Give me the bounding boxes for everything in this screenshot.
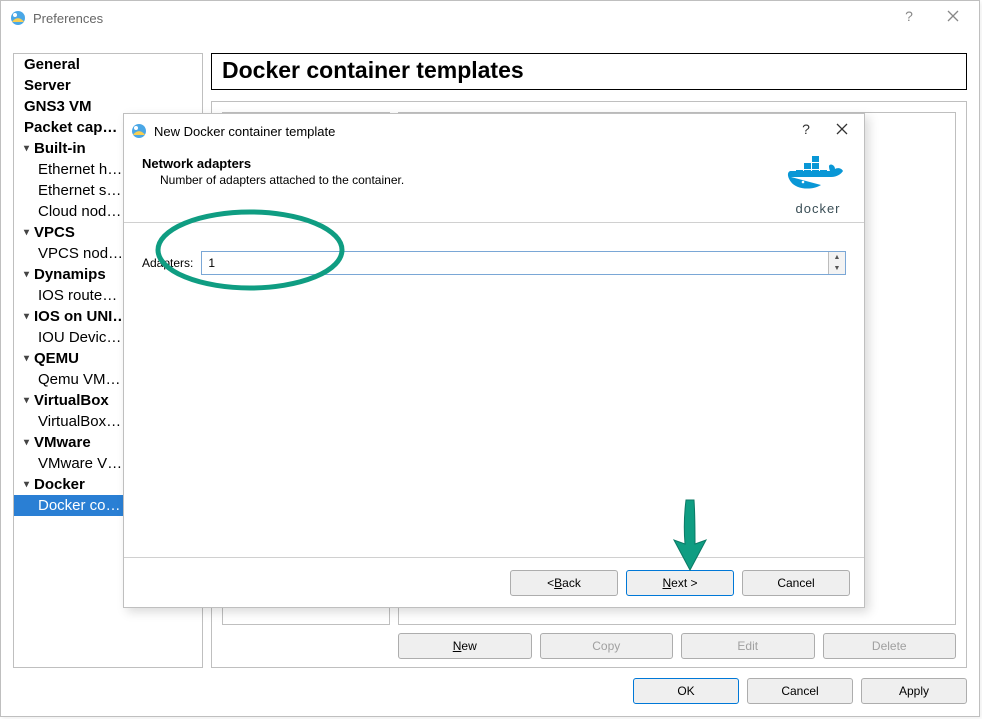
tree-item-server[interactable]: Server <box>14 75 202 96</box>
cancel-button[interactable]: Cancel <box>747 678 853 704</box>
new-button[interactable]: New <box>398 633 532 659</box>
preferences-title: Preferences <box>33 11 103 26</box>
docker-logo-text: docker <box>786 201 850 216</box>
back-button[interactable]: < Back <box>510 570 618 596</box>
spin-down-icon[interactable]: ▼ <box>829 263 845 274</box>
tree-item-general[interactable]: General <box>14 54 202 75</box>
edit-button: Edit <box>681 633 815 659</box>
gns3-icon <box>9 9 27 27</box>
page-title-box: Docker container templates <box>211 53 967 90</box>
page-title: Docker container templates <box>222 57 524 83</box>
preferences-titlebar: Preferences ? <box>1 1 979 35</box>
adapters-spinbox[interactable]: 1 ▲ ▼ <box>201 251 846 275</box>
apply-button[interactable]: Apply <box>861 678 967 704</box>
next-button[interactable]: Next > <box>626 570 734 596</box>
delete-button: Delete <box>823 633 957 659</box>
copy-button: Copy <box>540 633 674 659</box>
wizard-titlebar: New Docker container template ? <box>124 114 864 148</box>
help-icon[interactable]: ? <box>788 114 824 144</box>
ok-button[interactable]: OK <box>633 678 739 704</box>
wizard-title: New Docker container template <box>154 124 335 139</box>
new-docker-template-wizard: New Docker container template ? Network … <box>123 113 865 608</box>
docker-logo-icon: docker <box>786 156 850 216</box>
close-icon[interactable] <box>824 114 860 144</box>
help-icon[interactable]: ? <box>887 1 931 31</box>
adapters-value: 1 <box>202 256 215 270</box>
close-icon[interactable] <box>931 1 975 31</box>
wizard-cancel-button[interactable]: Cancel <box>742 570 850 596</box>
wizard-heading: Network adapters <box>142 156 786 171</box>
gns3-icon <box>130 122 148 140</box>
adapters-label: Adapters: <box>142 256 193 270</box>
wizard-subheading: Number of adapters attached to the conta… <box>142 173 786 187</box>
spin-up-icon[interactable]: ▲ <box>829 252 845 263</box>
